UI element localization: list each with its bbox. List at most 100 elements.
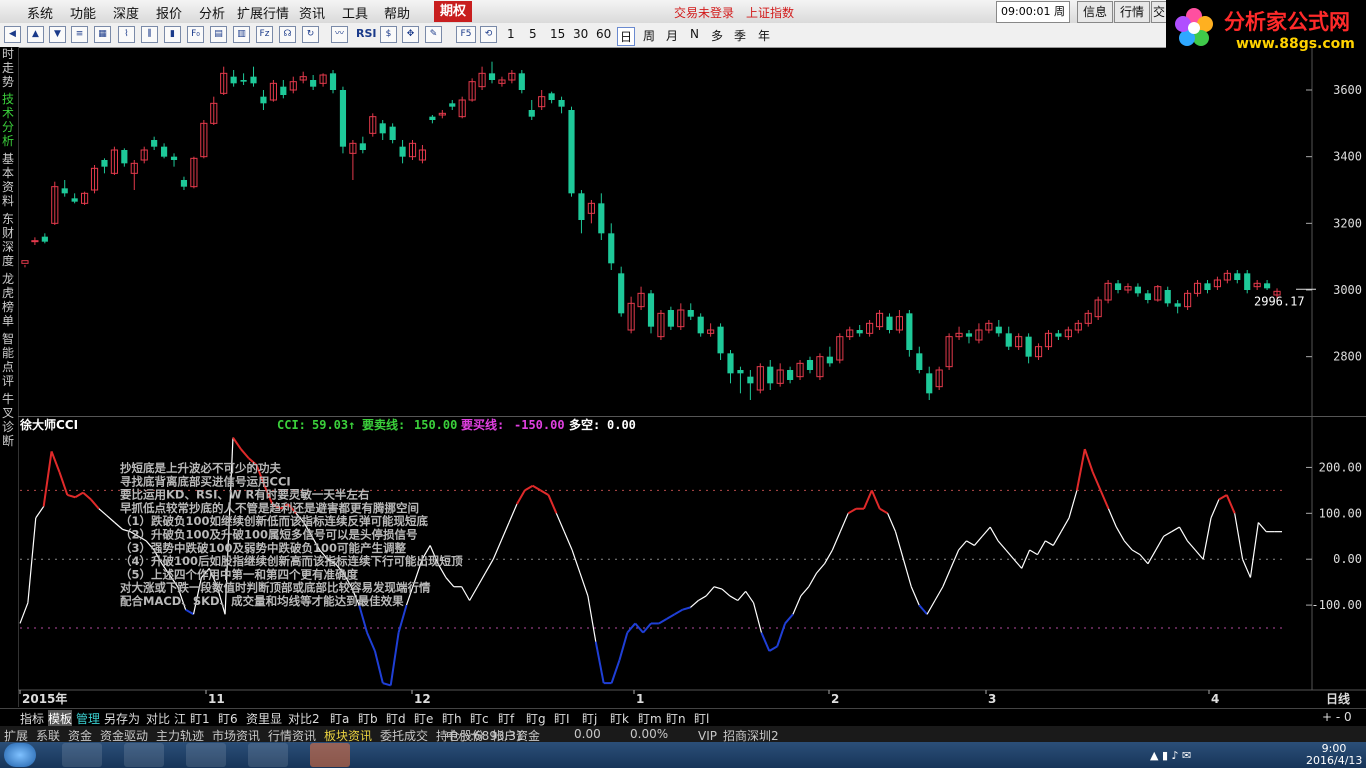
- logo-title: 分析家公式网: [1224, 10, 1350, 34]
- app-bird-icon[interactable]: [62, 743, 102, 767]
- menu-analysis[interactable]: 分析: [199, 3, 225, 22]
- side-tab-depth[interactable]: 东财深度: [2, 212, 16, 268]
- cci-line-segment: [287, 503, 297, 514]
- chart-window-icon[interactable]: ▤: [210, 26, 227, 43]
- move-icon[interactable]: ✥: [402, 26, 419, 43]
- period-5min[interactable]: 5: [529, 27, 537, 41]
- up-arrow-icon[interactable]: ▲: [27, 26, 44, 43]
- formula-tab[interactable]: 盯g: [526, 710, 546, 727]
- stock-app-icon[interactable]: [310, 743, 350, 767]
- cci-line-segment: [145, 540, 155, 551]
- side-tab-intraday[interactable]: 时走势: [2, 47, 16, 89]
- period-quarter[interactable]: 季: [734, 27, 746, 44]
- formula-tab[interactable]: 对比: [146, 710, 170, 727]
- pencil-icon[interactable]: ✎: [425, 26, 442, 43]
- menu-quote[interactable]: 报价: [156, 3, 182, 22]
- period-30min[interactable]: 30: [573, 27, 588, 41]
- period-60min[interactable]: 60: [596, 27, 611, 41]
- side-tab-fundamentals[interactable]: 基本资料: [2, 152, 16, 208]
- side-tab-diagnosis[interactable]: 牛叉诊断: [2, 392, 16, 448]
- candle-icon[interactable]: ⫼: [141, 26, 158, 43]
- cci-line-segment: [429, 545, 439, 565]
- menu-depth[interactable]: 深度: [113, 3, 139, 22]
- cci-line-segment: [1075, 448, 1086, 491]
- fz-icon[interactable]: Fz: [256, 26, 273, 43]
- market-button[interactable]: 行情: [1114, 1, 1150, 23]
- candle-body: [240, 80, 247, 82]
- formula-tab[interactable]: 资里显: [246, 710, 282, 727]
- formula-tab[interactable]: 盯I: [554, 710, 570, 727]
- hz-icon[interactable]: ☊: [279, 26, 296, 43]
- site-logo: 分析家公式网 www.88gs.com: [1166, 0, 1366, 64]
- side-tab-comment[interactable]: 智能点评: [2, 332, 16, 388]
- formula-tab[interactable]: 对比2: [288, 710, 320, 727]
- formula-tab[interactable]: 盯n: [666, 710, 686, 727]
- info-button[interactable]: 信息: [1077, 1, 1113, 23]
- options-tab[interactable]: 期权: [434, 1, 472, 22]
- menu-help[interactable]: 帮助: [384, 3, 410, 22]
- period-month[interactable]: 月: [666, 27, 678, 44]
- formula-tab[interactable]: 盯j: [582, 710, 597, 727]
- f10-icon[interactable]: F₀: [187, 26, 204, 43]
- candle-body: [289, 81, 297, 91]
- table-icon[interactable]: ▥: [233, 26, 250, 43]
- trade-button[interactable]: 交: [1151, 1, 1167, 23]
- dollar-icon[interactable]: $: [380, 26, 397, 43]
- cci-line-segment: [358, 604, 369, 633]
- down-arrow-icon[interactable]: ▼: [49, 26, 66, 43]
- candle-body: [250, 76, 257, 84]
- menu-extended-market[interactable]: 扩展行情: [237, 3, 289, 22]
- period-year[interactable]: 年: [758, 27, 770, 44]
- menu-tools[interactable]: 工具: [342, 3, 368, 22]
- menu-function[interactable]: 功能: [70, 3, 96, 22]
- period-multi[interactable]: 多: [711, 27, 723, 44]
- grid-icon[interactable]: ▦: [94, 26, 111, 43]
- formula-tab[interactable]: 盯k: [610, 710, 629, 727]
- formula-tab[interactable]: 盯c: [470, 710, 489, 727]
- candle-body: [578, 193, 585, 220]
- formula-tab[interactable]: 盯d: [386, 710, 406, 727]
- candle-body: [1264, 283, 1271, 289]
- formula-tab[interactable]: 盯6: [218, 710, 238, 727]
- formula-tab[interactable]: 江: [174, 710, 186, 727]
- start-icon[interactable]: [4, 743, 36, 767]
- formula-tab[interactable]: 盯h: [442, 710, 462, 727]
- formula-tab[interactable]: 指标: [20, 710, 44, 727]
- media-icon[interactable]: [186, 743, 226, 767]
- cycle-icon[interactable]: ⟲: [480, 26, 497, 43]
- tray-icons[interactable]: ▲ ▮ ♪ ✉: [1150, 749, 1191, 762]
- zoom-controls[interactable]: + - 0: [1322, 710, 1352, 724]
- browser-icon[interactable]: [124, 743, 164, 767]
- period-n[interactable]: N: [690, 27, 699, 41]
- formula-tab[interactable]: 盯a: [330, 710, 349, 727]
- period-day[interactable]: 日: [617, 27, 636, 46]
- formula-tab[interactable]: 盯l: [694, 710, 709, 727]
- menu-news[interactable]: 资讯: [299, 3, 325, 22]
- formula-tab[interactable]: 盯e: [414, 710, 433, 727]
- side-tab-dragon-tiger[interactable]: 龙虎榜单: [2, 272, 16, 328]
- formula-tab-active[interactable]: 模板: [48, 710, 73, 727]
- period-week[interactable]: 周: [643, 27, 655, 44]
- refresh-icon[interactable]: ↻: [302, 26, 319, 43]
- cci-line-segment: [958, 540, 967, 551]
- line-chart-icon[interactable]: ⌇: [118, 26, 135, 43]
- color-app-icon[interactable]: [248, 743, 288, 767]
- period-15min[interactable]: 15: [550, 27, 565, 41]
- bar-chart-icon[interactable]: ▮: [164, 26, 181, 43]
- back-icon[interactable]: ◀: [4, 26, 21, 43]
- formula-tab[interactable]: 盯m: [638, 710, 662, 727]
- rsi-button[interactable]: RSI: [356, 27, 377, 40]
- formula-tab[interactable]: 盯1: [190, 710, 210, 727]
- menu-system[interactable]: 系统: [27, 3, 53, 22]
- formula-tab[interactable]: 盯f: [498, 710, 514, 727]
- list-icon[interactable]: ≡: [71, 26, 88, 43]
- side-tab-technical[interactable]: 技术分析: [2, 92, 16, 148]
- formula-tab[interactable]: 管理: [76, 710, 100, 727]
- f5-button[interactable]: F5: [456, 26, 476, 43]
- formula-tab[interactable]: 盯b: [358, 710, 378, 727]
- candle-body: [399, 146, 406, 157]
- wave-icon[interactable]: 〰: [331, 26, 348, 43]
- cci-line-segment: [492, 540, 502, 560]
- period-1min[interactable]: 1: [507, 27, 515, 41]
- formula-tab[interactable]: 另存为: [104, 710, 140, 727]
